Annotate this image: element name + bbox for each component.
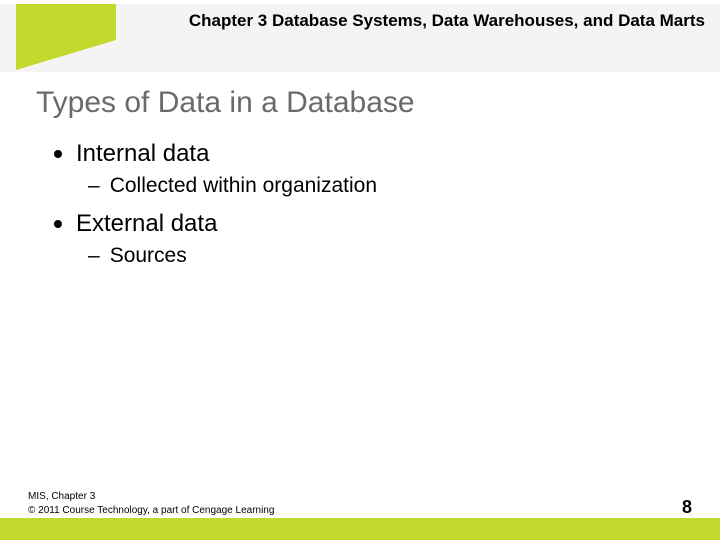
footer-left: MIS, Chapter 3 © 2011 Course Technology,… [28,490,274,518]
bullet-dash-icon: – [88,244,100,268]
header-accent [16,4,116,40]
bullet-level1: External data [54,210,674,238]
footer-line1: MIS, Chapter 3 [28,490,274,504]
bullet-text: Internal data [76,140,209,168]
slide-title: Types of Data in a Database [36,86,415,120]
page-number: 8 [682,497,692,518]
chapter-title: Chapter 3 Database Systems, Data Warehou… [150,10,705,32]
bullet-dot-icon [54,220,62,228]
slide-body: Internal data – Collected within organiz… [54,140,674,280]
header-accent-triangle [16,40,116,70]
bullet-dot-icon [54,150,62,158]
bullet-dash-icon: – [88,174,100,198]
bullet-subtext: Collected within organization [110,174,377,198]
footer-bar [0,518,720,540]
slide: Chapter 3 Database Systems, Data Warehou… [0,0,720,540]
bullet-level2: – Collected within organization [88,174,674,198]
footer-line2: © 2011 Course Technology, a part of Ceng… [28,504,274,518]
bullet-level1: Internal data [54,140,674,168]
bullet-text: External data [76,210,217,238]
bullet-level2: – Sources [88,244,674,268]
bullet-subtext: Sources [110,244,187,268]
